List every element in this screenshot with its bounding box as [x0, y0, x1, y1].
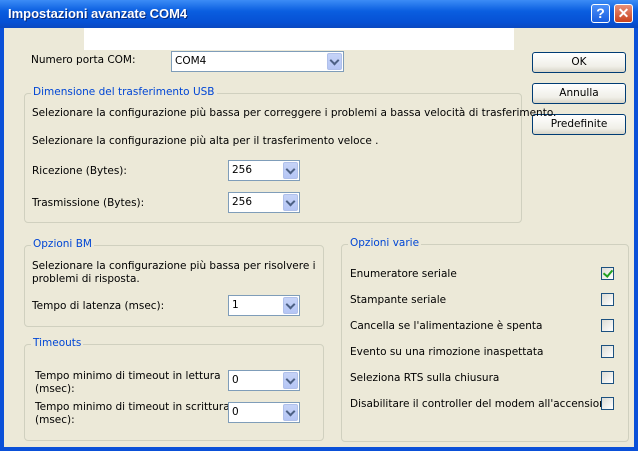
timeouts-title: Timeouts	[31, 337, 84, 349]
bm-hint-line2: problemi di risposta.	[32, 273, 140, 285]
set-rts-on-close-checkbox[interactable]	[601, 371, 614, 384]
chevron-down-icon[interactable]	[283, 162, 298, 179]
latency-select[interactable]: 1	[228, 295, 300, 316]
chevron-down-icon[interactable]	[283, 404, 298, 421]
ok-button[interactable]: OK	[532, 52, 626, 73]
serial-printer-checkbox[interactable]	[601, 293, 614, 306]
bm-hint-line1: Selezionare la configurazione più bassa …	[32, 260, 316, 272]
write-timeout-select[interactable]: 0	[228, 402, 300, 423]
com-port-label: Numero porta COM:	[31, 54, 136, 66]
com-port-select[interactable]: COM4	[171, 51, 344, 72]
surprise-removal-event-checkbox[interactable]	[601, 345, 614, 358]
misc-options-group: Opzioni varie Enumeratore seriale Stampa…	[341, 237, 629, 442]
option-label: Evento su una rimozione inaspettata	[350, 346, 544, 358]
transmit-label: Trasmissione (Bytes):	[32, 197, 145, 209]
receive-label: Ricezione (Bytes):	[32, 165, 127, 177]
timeouts-group: Timeouts Tempo minimo di timeout in lett…	[24, 337, 324, 441]
option-label: Stampante seriale	[350, 294, 447, 306]
usb-hint-high: Selezionare la configurazione più alta p…	[32, 135, 379, 147]
transmit-value: 256	[232, 196, 253, 208]
usb-hint-low: Selezionare la configurazione più bassa …	[32, 107, 557, 119]
disable-modem-ctrl-checkbox[interactable]	[601, 397, 614, 410]
chevron-down-icon[interactable]	[283, 297, 298, 314]
close-button[interactable]: ✕	[614, 4, 633, 23]
help-button[interactable]: ?	[591, 4, 610, 23]
serial-enumerator-checkbox[interactable]	[601, 267, 614, 280]
chevron-down-icon[interactable]	[283, 372, 298, 389]
chevron-down-icon[interactable]	[327, 53, 342, 70]
option-label: Enumeratore seriale	[350, 268, 457, 280]
read-timeout-select[interactable]: 0	[228, 370, 300, 391]
cancel-button[interactable]: Annulla	[532, 83, 626, 104]
latency-value: 1	[232, 299, 239, 311]
read-timeout-label-line1: Tempo minimo di timeout in lettura	[35, 370, 221, 382]
bm-options-title: Opzioni BM	[31, 238, 94, 250]
read-timeout-value: 0	[232, 374, 239, 386]
usb-transfer-title: Dimensione del trasferimento USB	[31, 86, 217, 98]
com-port-value: COM4	[175, 55, 207, 67]
option-label: Disabilitare il controller del modem all…	[350, 398, 613, 410]
write-timeout-label-line2: (msec):	[35, 414, 75, 426]
usb-transfer-group: Dimensione del trasferimento USB Selezio…	[24, 86, 556, 223]
option-label: Seleziona RTS sulla chiusura	[350, 372, 500, 384]
window-title: Impostazioni avanzate COM4	[8, 6, 188, 21]
chevron-down-icon[interactable]	[283, 194, 298, 211]
write-timeout-value: 0	[232, 406, 239, 418]
title-bar[interactable]: Impostazioni avanzate COM4 ? ✕	[0, 0, 638, 28]
latency-label: Tempo di latenza (msec):	[32, 300, 165, 312]
bm-options-group: Opzioni BM Selezionare la configurazione…	[24, 238, 324, 327]
misc-options-title: Opzioni varie	[348, 237, 422, 249]
dialog-window: Impostazioni avanzate COM4 ? ✕ Numero po…	[0, 0, 638, 451]
option-label: Cancella se l'alimentazione è spenta	[350, 320, 543, 332]
receive-select[interactable]: 256	[228, 160, 300, 181]
blank-banner	[84, 28, 514, 50]
dialog-body: Numero porta COM: COM4 OK Annulla Predef…	[4, 28, 634, 447]
transmit-select[interactable]: 256	[228, 192, 300, 213]
receive-value: 256	[232, 164, 253, 176]
write-timeout-label-line1: Tempo minimo di timeout in scrittura	[35, 401, 230, 413]
cancel-if-power-off-checkbox[interactable]	[601, 319, 614, 332]
read-timeout-label-line2: (msec):	[35, 383, 75, 395]
